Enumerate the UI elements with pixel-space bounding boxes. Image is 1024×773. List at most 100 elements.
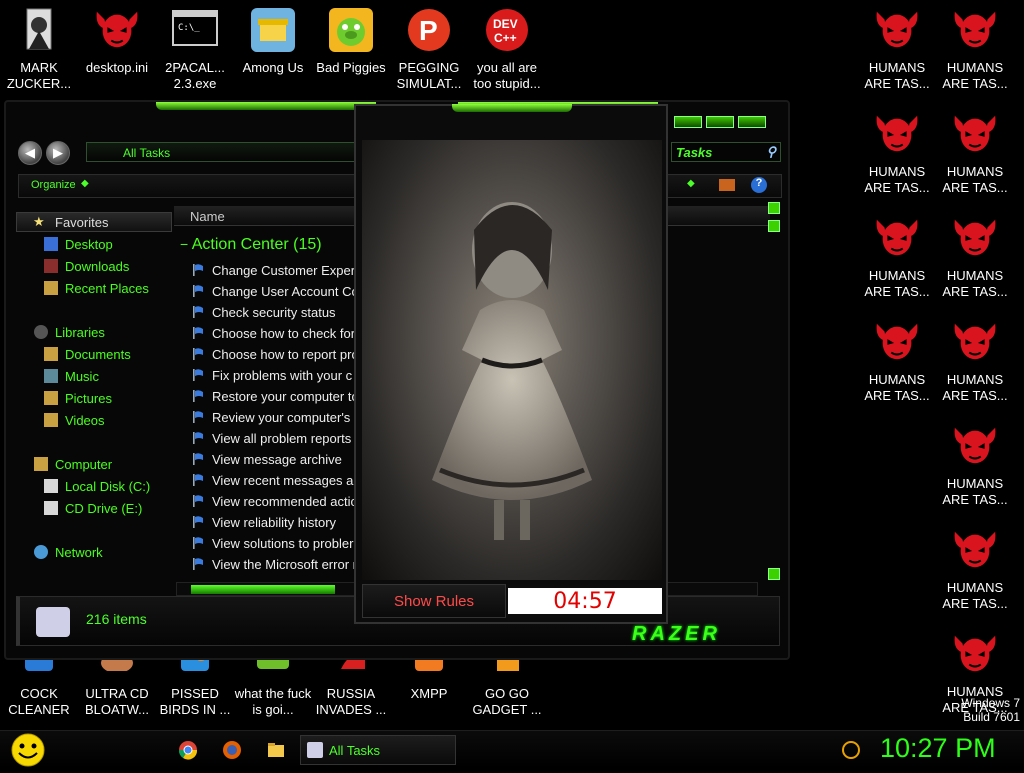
desktop-icon-dev-cpp[interactable]: DEV C++ you all are too stupid... (468, 6, 546, 102)
task-label: View all problem reports (212, 430, 352, 446)
task-label: View recommended actio (212, 493, 358, 509)
desktop-icon-2pacal[interactable]: C:\_ 2PACAL... 2.3.exe (156, 6, 234, 102)
desktop-icon-label: COCK CLEANER (8, 686, 70, 717)
desktop-icon-humans-are-tas[interactable]: HUMANS ARE TAS... (936, 6, 1014, 102)
task-label: View reliability history (212, 514, 337, 530)
search-box[interactable]: Tasks ⚲ (671, 142, 781, 162)
task-item[interactable]: View recent messages a (192, 470, 353, 490)
file-explorer-icon[interactable] (266, 740, 286, 760)
red-devil-icon (951, 6, 999, 54)
videos-icon (44, 413, 58, 427)
sidebar-item-downloads[interactable]: Downloads (44, 256, 129, 276)
task-item[interactable]: Choose how to report pro (192, 344, 359, 364)
horizontal-scroll-thumb[interactable] (191, 585, 335, 594)
desktop-icon-among-us[interactable]: Among Us (234, 6, 312, 102)
sidebar-item-label: Downloads (65, 258, 130, 274)
task-item[interactable]: View the Microsoft error r (192, 554, 357, 574)
desktop-icon-bad-piggies[interactable]: Bad Piggies (312, 6, 390, 102)
address-bar[interactable]: All Tasks (86, 142, 356, 162)
scroll-down-button[interactable] (768, 568, 780, 580)
sidebar-item-pictures[interactable]: Pictures (44, 388, 112, 408)
sidebar-item-computer[interactable]: Computer (34, 454, 112, 474)
svg-text:P: P (419, 15, 438, 46)
sidebar-item-documents[interactable]: Documents (44, 344, 131, 364)
task-item[interactable]: Change User Account Co (192, 281, 359, 301)
help-icon[interactable]: ? (751, 177, 767, 193)
desktop-icon-mark-zucker[interactable]: MARK ZUCKER... (0, 6, 78, 102)
taskbar: All Tasks 10:27 PM (0, 730, 1024, 768)
game-window[interactable]: Show Rules 04:57 (354, 104, 668, 624)
taskbar-button-all-tasks[interactable]: All Tasks (300, 735, 456, 765)
sidebar-item-desktop[interactable]: Desktop (44, 234, 113, 254)
scroll-thumb[interactable] (768, 220, 780, 232)
sidebar-item-label: Pictures (65, 390, 112, 406)
sidebar-item-network[interactable]: Network (34, 542, 103, 562)
search-icon[interactable]: ⚲ (766, 144, 776, 160)
preview-pane-icon[interactable] (719, 179, 735, 191)
sidebar-item-cd-drive[interactable]: CD Drive (E:) (44, 498, 142, 518)
desktop-icon-humans-are-tas[interactable]: HUMANS ARE TAS... (936, 318, 1014, 414)
task-item[interactable]: View message archive (192, 449, 342, 469)
forward-button[interactable]: ▶ (46, 141, 70, 165)
chrome-icon[interactable] (178, 740, 198, 760)
creepy-girl-image (362, 140, 662, 580)
desktop-icon-desktop-ini[interactable]: desktop.ini (78, 6, 156, 102)
firefox-icon[interactable] (222, 740, 242, 760)
task-label: View recent messages a (212, 472, 354, 488)
show-rules-button[interactable]: Show Rules (362, 584, 506, 618)
desktop-icon-humans-are-tas[interactable]: HUMANS ARE TAS... (936, 214, 1014, 310)
system-clock[interactable]: 10:27 PM (880, 733, 996, 764)
sidebar-item-libraries[interactable]: Libraries (34, 322, 105, 342)
desktop-icon-humans-are-tas[interactable]: HUMANS ARE TAS... (936, 110, 1014, 206)
sidebar-item-label: CD Drive (E:) (65, 500, 143, 516)
desktop-icon-humans-are-tas[interactable]: HUMANS ARE TAS... (858, 214, 936, 310)
favorites-header[interactable]: ★ Favorites (16, 212, 172, 232)
view-options-icon[interactable]: ◆ (687, 178, 695, 189)
task-item[interactable]: Choose how to check for (192, 323, 355, 343)
task-item[interactable]: Check security status (192, 302, 336, 322)
desktop-icon-label: XMPP (410, 686, 448, 701)
action-center-flag-icon (192, 389, 206, 403)
minimize-button[interactable] (674, 116, 702, 128)
group-title-label: Action Center (15) (191, 236, 322, 253)
back-button[interactable]: ◀ (18, 141, 42, 165)
sidebar-item-recent-places[interactable]: Recent Places (44, 278, 149, 298)
desktop-icon-humans-are-tas[interactable]: HUMANS ARE TAS... (858, 318, 936, 414)
sidebar-item-local-disk[interactable]: Local Disk (C:) (44, 476, 150, 496)
action-center-flag-icon (192, 431, 206, 445)
organize-dropdown-icon: ◆ (81, 178, 89, 189)
task-item[interactable]: View all problem reports (192, 428, 351, 448)
task-item[interactable]: View solutions to probler (192, 533, 353, 553)
task-item[interactable]: Change Customer Exper (192, 260, 355, 280)
desktop-icon-humans-are-tas[interactable]: HUMANS ARE TAS... (858, 110, 936, 206)
task-item[interactable]: Review your computer's s (192, 407, 360, 427)
windows-edition: Windows 7 (961, 696, 1020, 710)
sidebar-item-videos[interactable]: Videos (44, 410, 105, 430)
desktop-icon-humans-are-tas[interactable]: HUMANS ARE TAS... (936, 422, 1014, 518)
task-item[interactable]: Restore your computer to (192, 386, 359, 406)
group-header[interactable]: − Action Center (15) (180, 236, 322, 254)
red-devil-icon (951, 214, 999, 262)
desktop-icon-humans-are-tas[interactable]: HUMANS ARE TAS... (936, 526, 1014, 622)
organize-button[interactable]: Organize (31, 179, 76, 191)
sidebar-item-label: Local Disk (C:) (65, 478, 151, 494)
desktop-icon-humans-are-tas[interactable]: HUMANS ARE TAS... (858, 6, 936, 102)
start-button[interactable] (8, 732, 48, 768)
tray-network-icon[interactable] (842, 741, 860, 759)
red-devil-icon (951, 630, 999, 678)
task-item[interactable]: Fix problems with your c (192, 365, 352, 385)
close-button[interactable] (738, 116, 766, 128)
task-label: Change Customer Exper (212, 262, 356, 278)
scroll-up-button[interactable] (768, 202, 780, 214)
action-center-flag-icon (192, 284, 206, 298)
desktop-icon-pegging-simulator[interactable]: P PEGGING SIMULAT... (390, 6, 468, 102)
computer-icon (34, 457, 48, 471)
red-devil-icon (93, 6, 141, 54)
task-item[interactable]: View recommended actio (192, 491, 358, 511)
task-item[interactable]: View reliability history (192, 512, 336, 532)
maximize-button[interactable] (706, 116, 734, 128)
vertical-scrollbar[interactable] (768, 202, 782, 582)
red-devil-icon (951, 318, 999, 366)
sidebar-item-label: Libraries (55, 324, 105, 340)
sidebar-item-music[interactable]: Music (44, 366, 99, 386)
